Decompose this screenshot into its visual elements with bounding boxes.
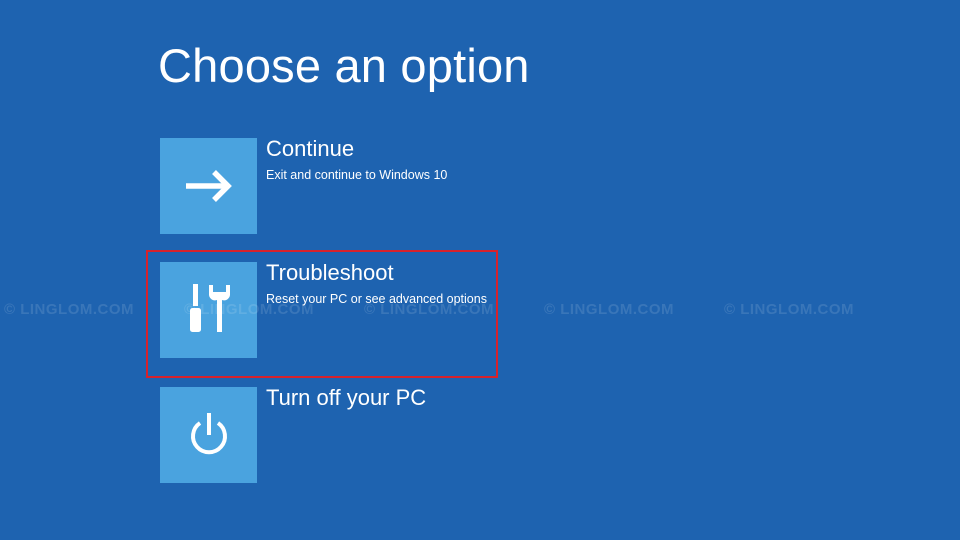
turn-off-option[interactable]: Turn off your PC	[160, 386, 500, 483]
troubleshoot-tile[interactable]	[160, 262, 257, 358]
continue-label[interactable]: Continue	[266, 137, 354, 161]
watermark: © LINGLOM.COM	[724, 301, 855, 318]
troubleshoot-label[interactable]: Troubleshoot	[266, 261, 394, 285]
continue-option[interactable]: Continue Exit and continue to Windows 10	[160, 137, 500, 234]
turn-off-label[interactable]: Turn off your PC	[266, 386, 426, 410]
watermark: © LINGLOM.COM	[4, 301, 135, 318]
troubleshoot-description: Reset your PC or see advanced options	[266, 292, 487, 306]
watermark: © LINGLOM.COM	[544, 301, 675, 318]
continue-tile[interactable]	[160, 138, 257, 234]
arrow-right-icon	[185, 170, 232, 202]
turn-off-tile[interactable]	[160, 387, 257, 483]
continue-description: Exit and continue to Windows 10	[266, 168, 448, 182]
tools-icon	[189, 284, 230, 332]
power-icon	[190, 413, 227, 455]
troubleshoot-option[interactable]: Troubleshoot Reset your PC or see advanc…	[160, 261, 500, 358]
page-title: Choose an option	[158, 39, 530, 92]
